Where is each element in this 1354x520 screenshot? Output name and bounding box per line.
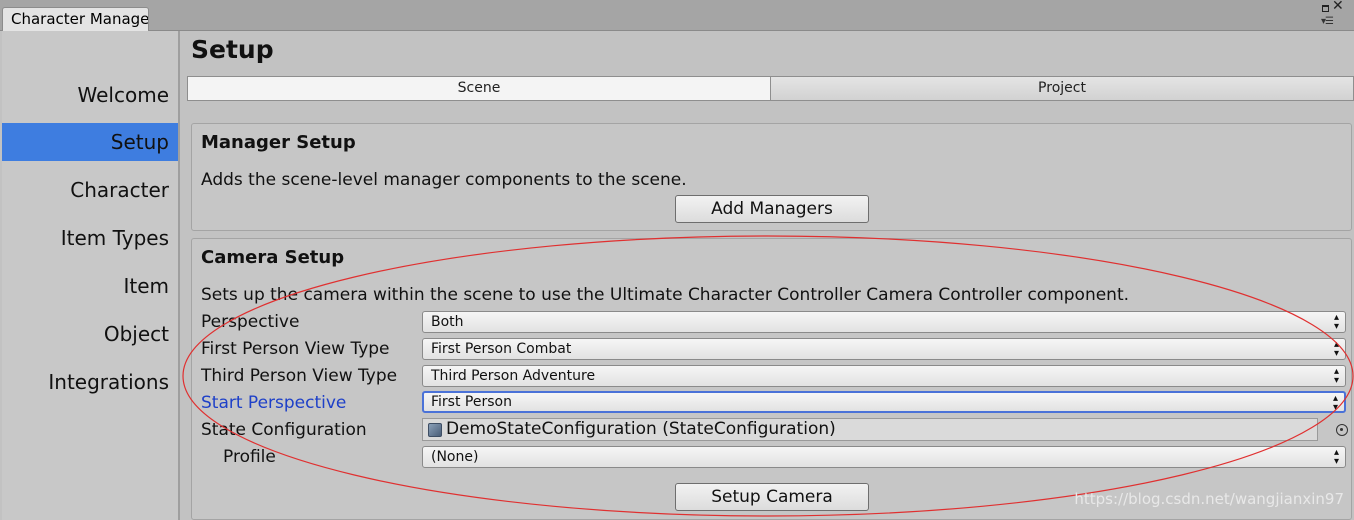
sidebar-item-integrations[interactable]: Integrations <box>2 363 178 401</box>
perspective-value: Both <box>431 314 464 330</box>
state-configuration-value: DemoStateConfiguration (StateConfigurati… <box>446 419 836 439</box>
object-picker-icon[interactable] <box>1336 424 1348 436</box>
watermark: https://blog.csdn.net/wangjianxin97 <box>1074 490 1344 508</box>
camera-setup-description: Sets up the camera within the scene to u… <box>201 285 1130 305</box>
toggle-project[interactable]: Project <box>771 77 1353 100</box>
state-configuration-label: State Configuration <box>201 420 367 440</box>
start-perspective-value: First Person <box>431 394 512 410</box>
sidebar-item-item-types[interactable]: Item Types <box>2 219 178 257</box>
state-configuration-field[interactable]: DemoStateConfiguration (StateConfigurati… <box>422 418 1318 441</box>
manager-setup-box: Manager Setup Adds the scene-level manag… <box>191 123 1352 231</box>
dropdown-arrows-icon: ▴ ▾ <box>1332 393 1338 413</box>
manager-setup-title: Manager Setup <box>201 132 356 153</box>
dropdown-arrows-icon: ▴ ▾ <box>1333 312 1339 332</box>
sidebar-item-character[interactable]: Character <box>2 171 178 209</box>
main-panel: Setup Scene Project Manager Setup Adds t… <box>182 31 1354 520</box>
menu-icon[interactable]: ▾☰ <box>1321 16 1334 27</box>
dropdown-arrows-icon: ▴ ▾ <box>1333 366 1339 386</box>
window-tab[interactable]: Character Manager <box>2 7 149 31</box>
first-person-view-type-value: First Person Combat <box>431 341 572 357</box>
dropdown-arrows-icon: ▴ ▾ <box>1333 447 1339 467</box>
close-icon[interactable]: ✕ <box>1332 0 1344 14</box>
scene-project-toggle: Scene Project <box>187 76 1354 101</box>
manager-setup-description: Adds the scene-level manager components … <box>201 170 687 190</box>
scriptable-object-icon <box>428 423 442 437</box>
start-perspective-label: Start Perspective <box>201 393 347 413</box>
start-perspective-dropdown[interactable]: First Person ▴ ▾ <box>422 391 1346 413</box>
first-person-view-type-label: First Person View Type <box>201 339 390 359</box>
add-managers-button[interactable]: Add Managers <box>675 195 869 223</box>
third-person-view-type-label: Third Person View Type <box>201 366 398 386</box>
toggle-scene[interactable]: Scene <box>188 77 771 100</box>
dropdown-arrows-icon: ▴ ▾ <box>1333 339 1339 359</box>
profile-label: Profile <box>223 447 276 467</box>
perspective-label: Perspective <box>201 312 300 332</box>
third-person-view-type-dropdown[interactable]: Third Person Adventure ▴ ▾ <box>422 365 1346 387</box>
first-person-view-type-dropdown[interactable]: First Person Combat ▴ ▾ <box>422 338 1346 360</box>
sidebar-item-item[interactable]: Item <box>2 267 178 305</box>
sidebar: Welcome Setup Character Item Types Item … <box>2 31 180 520</box>
sidebar-item-welcome[interactable]: Welcome <box>2 76 178 114</box>
maximize-icon[interactable] <box>1322 5 1329 12</box>
profile-value: (None) <box>431 449 479 465</box>
camera-setup-box: Camera Setup Sets up the camera within t… <box>191 238 1352 520</box>
sidebar-item-setup[interactable]: Setup <box>2 123 178 161</box>
profile-dropdown[interactable]: (None) ▴ ▾ <box>422 446 1346 468</box>
third-person-view-type-value: Third Person Adventure <box>431 368 596 384</box>
camera-setup-title: Camera Setup <box>201 247 345 268</box>
page-title: Setup <box>191 35 274 64</box>
window-tab-bar: Character Manager ✕ ▾☰ <box>0 0 1354 31</box>
perspective-dropdown[interactable]: Both ▴ ▾ <box>422 311 1346 333</box>
sidebar-item-object[interactable]: Object <box>2 315 178 353</box>
window-controls: ✕ ▾☰ <box>1320 0 1346 29</box>
setup-camera-button[interactable]: Setup Camera <box>675 483 869 511</box>
